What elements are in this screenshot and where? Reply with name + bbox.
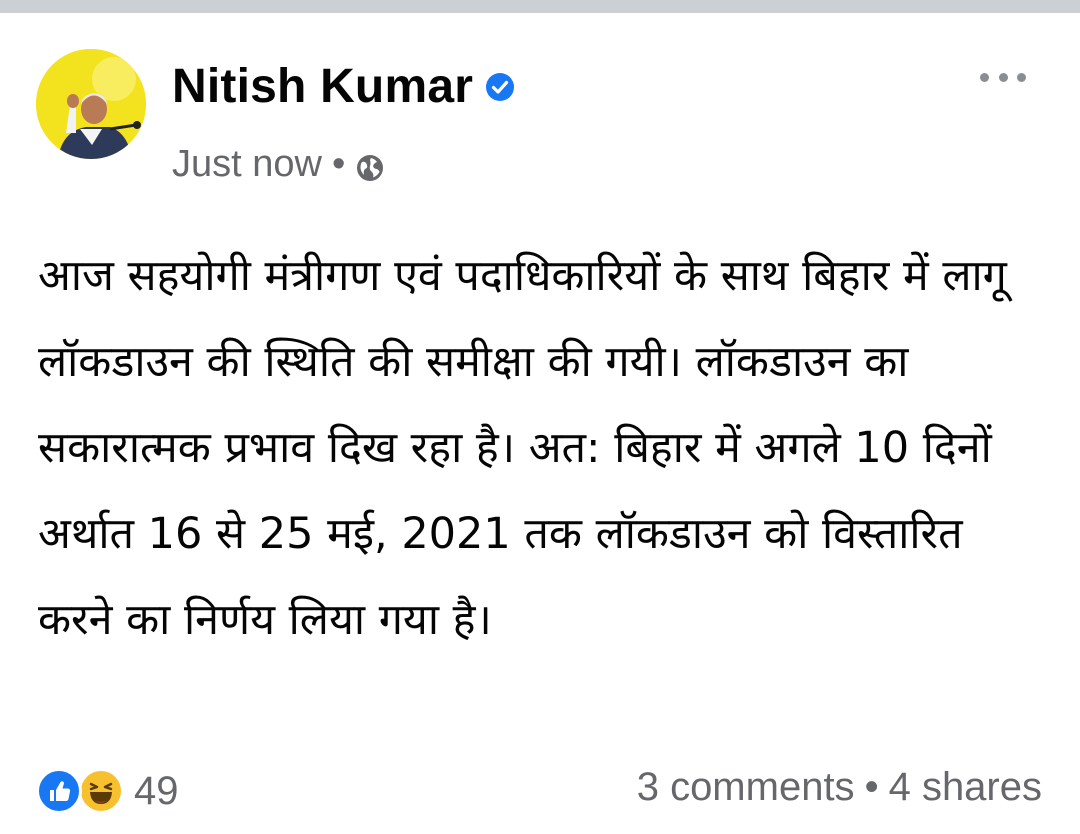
like-icon — [36, 768, 82, 814]
engagement-summary: 3 comments • 4 shares — [637, 765, 1042, 810]
avatar-photo — [36, 49, 146, 159]
reaction-count: 49 — [134, 768, 179, 813]
more-dot-icon — [998, 72, 1008, 82]
comments-count-link[interactable]: 3 comments — [637, 765, 855, 810]
post-meta: Just now • — [172, 143, 385, 186]
haha-icon — [78, 768, 124, 814]
post-card: Nitish Kumar Just now • आज सहयोगी मंत्री… — [0, 13, 1080, 834]
more-dot-icon — [980, 72, 989, 82]
post-text: आज सहयोगी मंत्रीगण एवं पदाधिकारियों के स… — [38, 251, 1021, 645]
top-divider — [0, 0, 1080, 13]
reactions-summary[interactable]: 49 — [36, 768, 179, 814]
verified-badge-icon — [485, 72, 515, 102]
more-options-button[interactable] — [980, 67, 1026, 87]
avatar[interactable] — [36, 49, 146, 159]
shares-count-link[interactable]: 4 shares — [889, 765, 1042, 810]
engagement-separator: • — [864, 765, 879, 809]
post-timestamp[interactable]: Just now — [172, 143, 322, 186]
reaction-icons — [36, 768, 130, 814]
author-name[interactable]: Nitish Kumar — [172, 59, 473, 114]
author-row: Nitish Kumar — [172, 59, 515, 114]
globe-icon[interactable] — [355, 150, 385, 181]
meta-separator: • — [331, 143, 346, 185]
more-dot-icon — [1017, 72, 1026, 82]
